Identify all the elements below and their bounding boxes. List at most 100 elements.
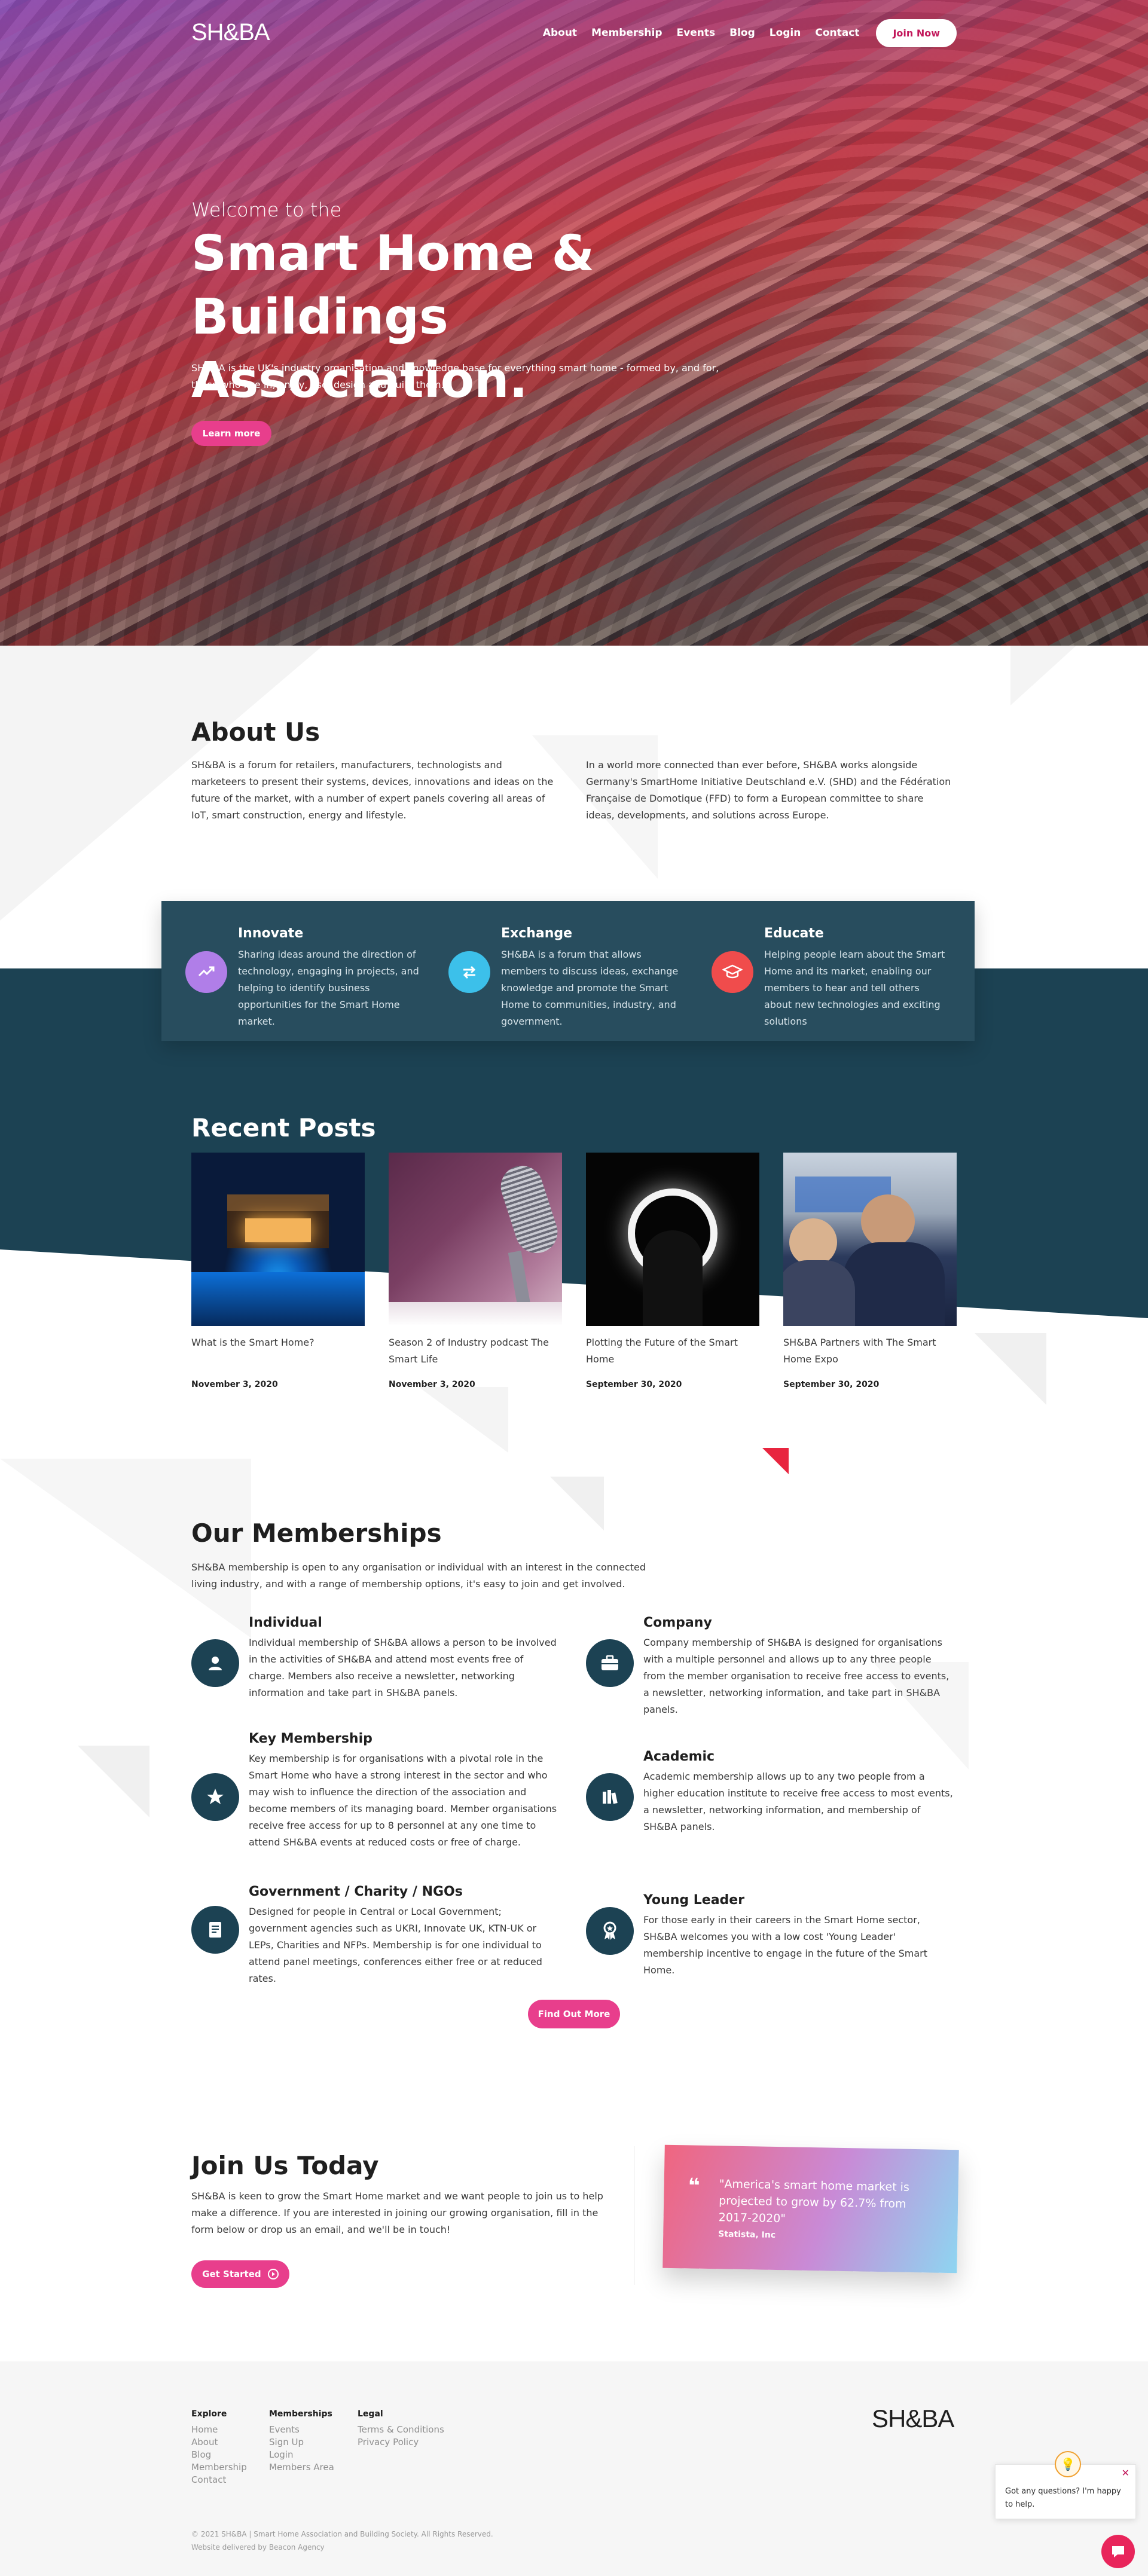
- footer-column-memberships: Memberships Events Sign Up Login Members…: [269, 2409, 334, 2474]
- footer-column-legal: Legal Terms & Conditions Privacy Policy: [358, 2409, 444, 2449]
- agency-credit[interactable]: Website delivered by Beacon Agency: [191, 2541, 493, 2554]
- join-now-button[interactable]: Join Now: [876, 19, 957, 47]
- play-circle-icon: [267, 2268, 279, 2279]
- feature-title: Educate: [764, 926, 824, 941]
- chat-message: Got any questions? I'm happy to help.: [1005, 2487, 1121, 2509]
- post-title[interactable]: What is the Smart Home?: [191, 1334, 365, 1351]
- memberships-title: Our Memberships: [191, 1518, 442, 1548]
- decor-triangle: [762, 1448, 789, 1474]
- decor-triangle: [78, 1746, 149, 1817]
- award-icon: [586, 1907, 634, 1955]
- slant-divider: [0, 1249, 1148, 1318]
- membership-title: Government / Charity / NGOs: [249, 1884, 463, 1899]
- decor-triangle: [975, 1333, 1046, 1405]
- about-title: About Us: [191, 717, 320, 747]
- footer-link-login[interactable]: Login: [269, 2449, 334, 2461]
- site-logo[interactable]: SH&BA: [191, 19, 270, 46]
- footer-link-privacy[interactable]: Privacy Policy: [358, 2436, 444, 2449]
- about-text-left: SH&BA is a forum for retailers, manufact…: [191, 759, 554, 821]
- decor-triangle: [550, 1477, 604, 1530]
- user-icon: [191, 1639, 239, 1687]
- membership-title: Individual: [249, 1615, 322, 1630]
- feature-title: Innovate: [238, 926, 304, 941]
- join-text: SH&BA is keen to grow the Smart Home mar…: [191, 2190, 603, 2235]
- footer-link-about[interactable]: About: [191, 2436, 247, 2449]
- membership-text: Designed for people in Central or Local …: [249, 1906, 542, 1984]
- membership-title: Young Leader: [643, 1893, 745, 1908]
- get-started-button[interactable]: Get Started: [191, 2260, 289, 2288]
- document-icon: [191, 1906, 239, 1954]
- post-date: September 30, 2020: [783, 1380, 880, 1389]
- books-icon: [586, 1773, 634, 1821]
- footer-link-members-area[interactable]: Members Area: [269, 2461, 334, 2474]
- nav-membership[interactable]: Membership: [591, 27, 662, 39]
- hero-welcome: Welcome to the: [191, 198, 342, 221]
- quote-icon: ❝: [688, 2174, 700, 2198]
- memberships-intro: SH&BA membership is open to any organisa…: [191, 1562, 646, 1590]
- post-title[interactable]: Plotting the Future of the Smart Home: [586, 1334, 759, 1368]
- find-out-more-button[interactable]: Find Out More: [528, 2000, 620, 2028]
- nav-events[interactable]: Events: [677, 27, 716, 39]
- graduation-cap-icon: [712, 951, 753, 993]
- membership-text: Academic membership allows up to any two…: [643, 1771, 953, 1832]
- post-title[interactable]: Season 2 of Industry podcast The Smart L…: [389, 1334, 562, 1368]
- feature-text: Helping people learn about the Smart Hom…: [764, 949, 945, 1027]
- footer-link-events[interactable]: Events: [269, 2424, 334, 2436]
- decor-triangle: [0, 1459, 251, 1638]
- decor-triangle: [419, 1387, 508, 1453]
- membership-government: Government / Charity / NGOs Designed for…: [191, 1884, 542, 1984]
- footer-heading: Legal: [358, 2409, 383, 2419]
- nav-blog[interactable]: Blog: [729, 27, 755, 39]
- membership-text: Key membership is for organisations with…: [249, 1753, 557, 1848]
- copyright-text: © 2021 SH&BA | Smart Home Association an…: [191, 2530, 493, 2538]
- quote-text: "America's smart home market is projecte…: [718, 2177, 910, 2226]
- join-title: Join Us Today: [191, 2151, 379, 2180]
- about-text-right: In a world more connected than ever befo…: [586, 759, 951, 821]
- post-thumbnail[interactable]: [191, 1153, 365, 1326]
- footer-column-explore: Explore Home About Blog Membership Conta…: [191, 2409, 247, 2486]
- hero-description: SH&BA is the UK's industry organisation …: [191, 362, 719, 390]
- trending-up-icon: [185, 951, 227, 993]
- chat-launcher-button[interactable]: [1101, 2535, 1135, 2568]
- membership-company: Company Company membership of SH&BA is d…: [586, 1615, 949, 1715]
- footer-link-sign-up[interactable]: Sign Up: [269, 2436, 334, 2449]
- post-thumbnail[interactable]: [586, 1153, 759, 1326]
- quote-card: ❝ "America's smart home market is projec…: [662, 2144, 959, 2274]
- recent-posts-title: Recent Posts: [191, 1113, 376, 1142]
- get-started-label: Get Started: [202, 2269, 261, 2279]
- nav-login[interactable]: Login: [770, 27, 801, 39]
- star-hand-icon: [191, 1773, 239, 1821]
- membership-text: Company membership of SH&BA is designed …: [643, 1637, 949, 1715]
- post-title[interactable]: SH&BA Partners with The Smart Home Expo: [783, 1334, 957, 1368]
- footer-link-home[interactable]: Home: [191, 2424, 247, 2436]
- membership-title: Key Membership: [249, 1731, 373, 1746]
- footer-heading: Explore: [191, 2409, 227, 2419]
- membership-text: For those early in their careers in the …: [643, 1914, 928, 1976]
- chat-bubble-icon: [1112, 2546, 1124, 2557]
- nav-contact[interactable]: Contact: [815, 27, 859, 39]
- feature-text: SH&BA is a forum that allows members to …: [501, 949, 679, 1027]
- footer: [0, 2361, 1148, 2576]
- footer-link-terms[interactable]: Terms & Conditions: [358, 2424, 444, 2436]
- post-date: September 30, 2020: [586, 1380, 682, 1389]
- post-date: November 3, 2020: [191, 1380, 278, 1389]
- briefcase-icon: [586, 1639, 634, 1687]
- footer-link-blog[interactable]: Blog: [191, 2449, 247, 2461]
- footer-link-contact[interactable]: Contact: [191, 2474, 247, 2486]
- quote-source: Statista, Inc: [718, 2229, 776, 2240]
- membership-young-leader: Young Leader For those early in their ca…: [586, 1893, 927, 1976]
- post-thumbnail[interactable]: [389, 1153, 562, 1326]
- post-thumbnail[interactable]: [783, 1153, 957, 1326]
- footer-heading: Memberships: [269, 2409, 332, 2419]
- membership-text: Individual membership of SH&BA allows a …: [249, 1637, 557, 1698]
- lightbulb-icon: 💡: [1055, 2451, 1081, 2477]
- footer-link-membership[interactable]: Membership: [191, 2461, 247, 2474]
- membership-title: Company: [643, 1615, 712, 1630]
- close-icon[interactable]: ✕: [1122, 2467, 1129, 2479]
- footer-logo[interactable]: SH&BA: [872, 2404, 954, 2433]
- post-date: November 3, 2020: [389, 1380, 475, 1389]
- feature-text: Sharing ideas around the direction of te…: [238, 949, 419, 1027]
- nav-about[interactable]: About: [543, 27, 577, 39]
- membership-key: Key Membership Key membership is for org…: [191, 1731, 557, 1857]
- learn-more-button[interactable]: Learn more: [191, 421, 271, 446]
